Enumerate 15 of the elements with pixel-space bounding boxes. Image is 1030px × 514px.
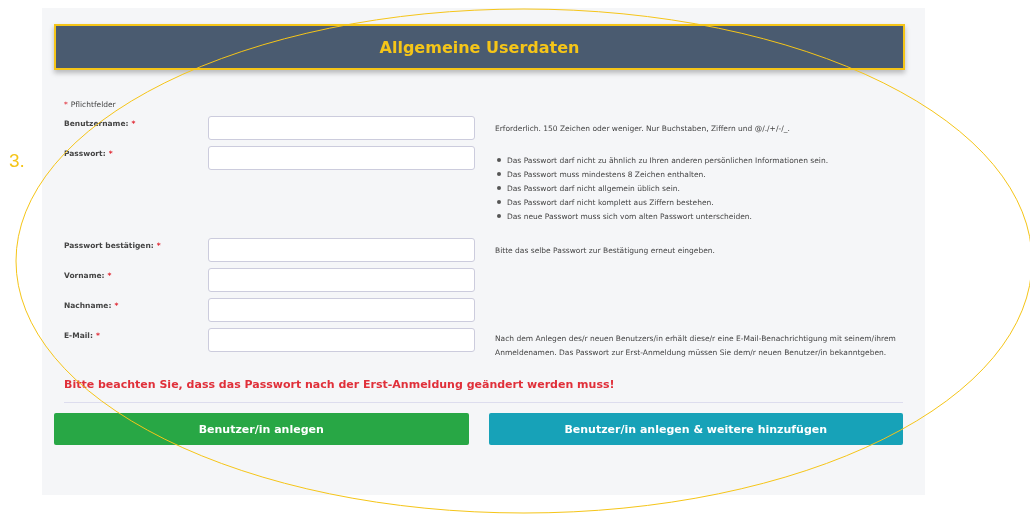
- bullet-icon: [497, 186, 501, 190]
- bullet-icon: [497, 200, 501, 204]
- input-field[interactable]: [208, 238, 475, 262]
- input-field[interactable]: [208, 268, 475, 292]
- input-field[interactable]: [208, 328, 475, 352]
- annotation-number: 3.: [9, 150, 25, 172]
- input-field[interactable]: [208, 116, 475, 140]
- section-title: Allgemeine Userdaten: [379, 37, 580, 57]
- submit-button[interactable]: Benutzer/in anlegen & weitere hinzufügen: [488, 413, 903, 445]
- bullet-icon: [497, 172, 501, 176]
- input-field[interactable]: [208, 298, 475, 322]
- bullet-icon: [497, 214, 501, 218]
- input-field[interactable]: [208, 146, 475, 170]
- bullet-icon: [497, 158, 501, 162]
- submit-button[interactable]: Benutzer/in anlegen: [54, 413, 469, 445]
